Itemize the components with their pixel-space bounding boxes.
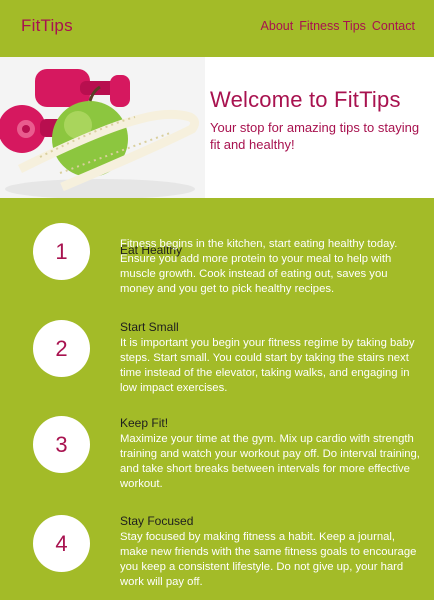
tip-number-circle: 2 — [33, 320, 90, 377]
tip-number-circle: 3 — [33, 416, 90, 473]
nav-link-about[interactable]: About — [261, 19, 294, 33]
tip-body: It is important you begin your fitness r… — [120, 337, 415, 394]
tip-title: Stay Focused — [120, 514, 194, 528]
logo-text-suffix: Tips — [40, 16, 73, 35]
nav-link-fitness-tips[interactable]: Fitness Tips — [299, 19, 366, 33]
hero-title: Welcome to FitTips — [210, 87, 401, 112]
tip-number-circle: 1 — [33, 223, 90, 280]
logo-text-highlight: t — [35, 16, 41, 35]
tip-number-circle: 4 — [33, 515, 90, 572]
tip-body: Fitness begins in the kitchen, start eat… — [120, 238, 398, 295]
site-logo[interactable]: Fi tTips — [21, 16, 73, 36]
site-header: Fi tTips About Fitness Tips Contact — [0, 0, 434, 57]
tip-body: Maximize your time at the gym. Mix up ca… — [120, 433, 420, 490]
hero-subtitle: Your stop for amazing tips to staying fi… — [210, 120, 420, 152]
hero-image — [0, 57, 205, 198]
main-nav: About Fitness Tips Contact — [261, 19, 415, 33]
hero-banner: Welcome to FitTips Your stop for amazing… — [0, 57, 434, 198]
tip-title: Start Small — [120, 320, 179, 334]
logo-text-prefix: Fi — [21, 16, 36, 35]
nav-link-contact[interactable]: Contact — [372, 19, 415, 33]
logo-highlight-letter: t — [35, 16, 42, 36]
tip-title: Keep Fit! — [120, 416, 169, 430]
tip-body: Stay focused by making fitness a habit. … — [120, 531, 417, 588]
